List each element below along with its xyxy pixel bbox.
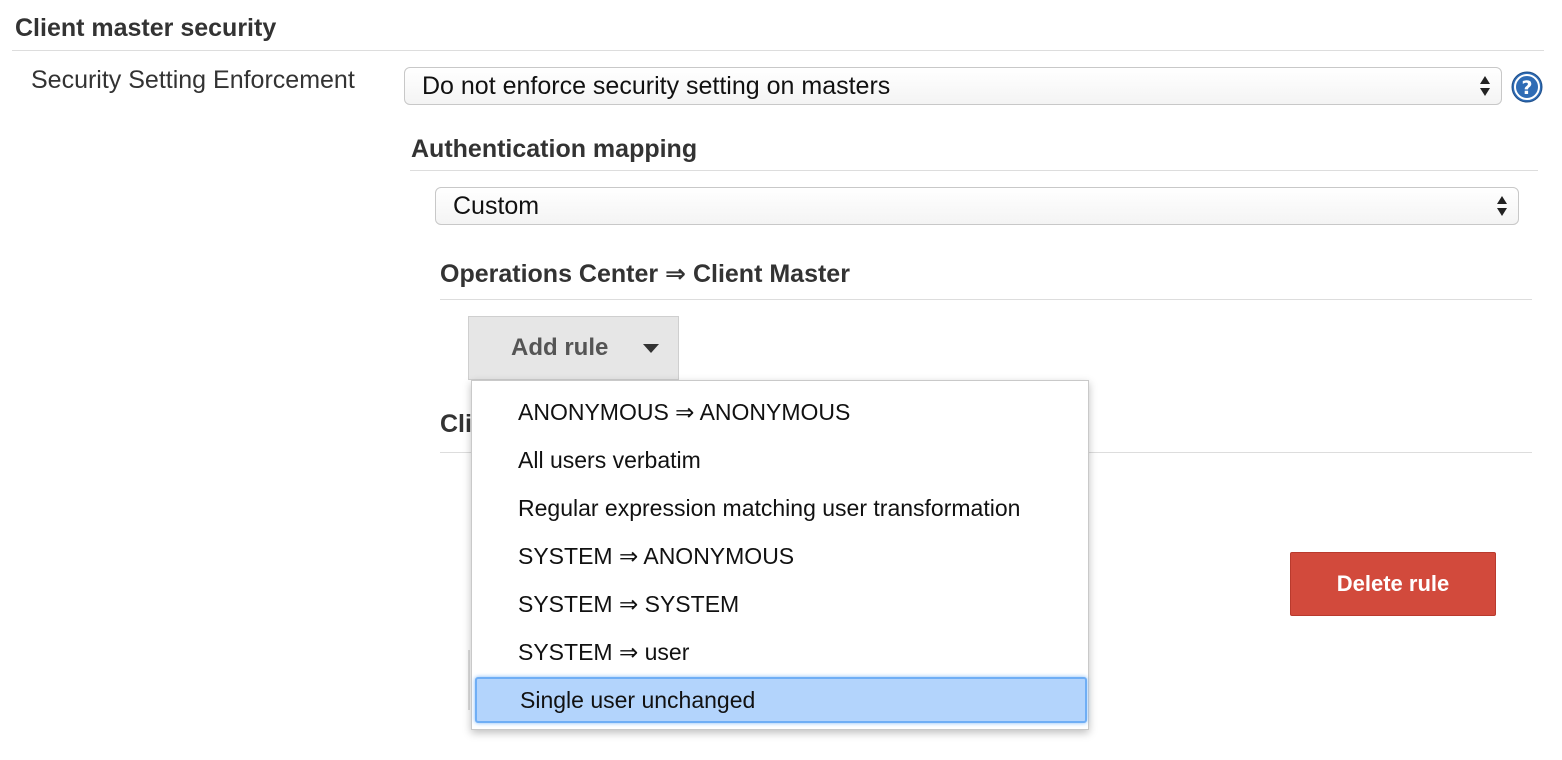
menu-item-system-anonymous[interactable]: SYSTEM ⇒ ANONYMOUS bbox=[472, 533, 1088, 579]
menu-item-system-user[interactable]: SYSTEM ⇒ user bbox=[472, 629, 1088, 675]
add-rule-button[interactable]: Add rule bbox=[468, 316, 679, 380]
enforcement-select[interactable]: Do not enforce security setting on maste… bbox=[404, 67, 1502, 105]
caret-down-icon bbox=[643, 344, 659, 353]
oc-to-client-title: Operations Center ⇒ Client Master bbox=[440, 260, 850, 288]
enforcement-label: Security Setting Enforcement bbox=[31, 66, 355, 94]
client-to-oc-title: Cli bbox=[440, 410, 472, 438]
rule-container-edge bbox=[468, 650, 470, 710]
section-divider bbox=[12, 50, 1544, 51]
menu-item-all-users-verbatim[interactable]: All users verbatim bbox=[472, 437, 1088, 483]
menu-item-regex-transformation[interactable]: Regular expression matching user transfo… bbox=[472, 485, 1088, 531]
select-arrows-icon bbox=[1480, 76, 1490, 96]
oc-to-client-divider bbox=[440, 299, 1532, 300]
delete-rule-button[interactable]: Delete rule bbox=[1290, 552, 1496, 616]
add-rule-label: Add rule bbox=[511, 334, 609, 361]
menu-item-anonymous-anonymous[interactable]: ANONYMOUS ⇒ ANONYMOUS bbox=[472, 389, 1088, 435]
section-title: Client master security bbox=[15, 14, 277, 42]
auth-mapping-divider bbox=[410, 170, 1538, 171]
menu-item-single-user-unchanged[interactable]: Single user unchanged bbox=[475, 677, 1087, 723]
auth-mapping-select-value: Custom bbox=[453, 192, 540, 220]
question-circle-icon[interactable]: ? bbox=[1511, 71, 1543, 103]
select-arrows-icon bbox=[1497, 196, 1507, 216]
auth-mapping-select[interactable]: Custom bbox=[435, 187, 1519, 225]
menu-item-system-system[interactable]: SYSTEM ⇒ SYSTEM bbox=[472, 581, 1088, 627]
auth-mapping-title: Authentication mapping bbox=[411, 135, 698, 163]
svg-text:?: ? bbox=[1521, 77, 1532, 99]
enforcement-select-value: Do not enforce security setting on maste… bbox=[422, 72, 891, 100]
add-rule-menu: ANONYMOUS ⇒ ANONYMOUS All users verbatim… bbox=[471, 380, 1089, 730]
